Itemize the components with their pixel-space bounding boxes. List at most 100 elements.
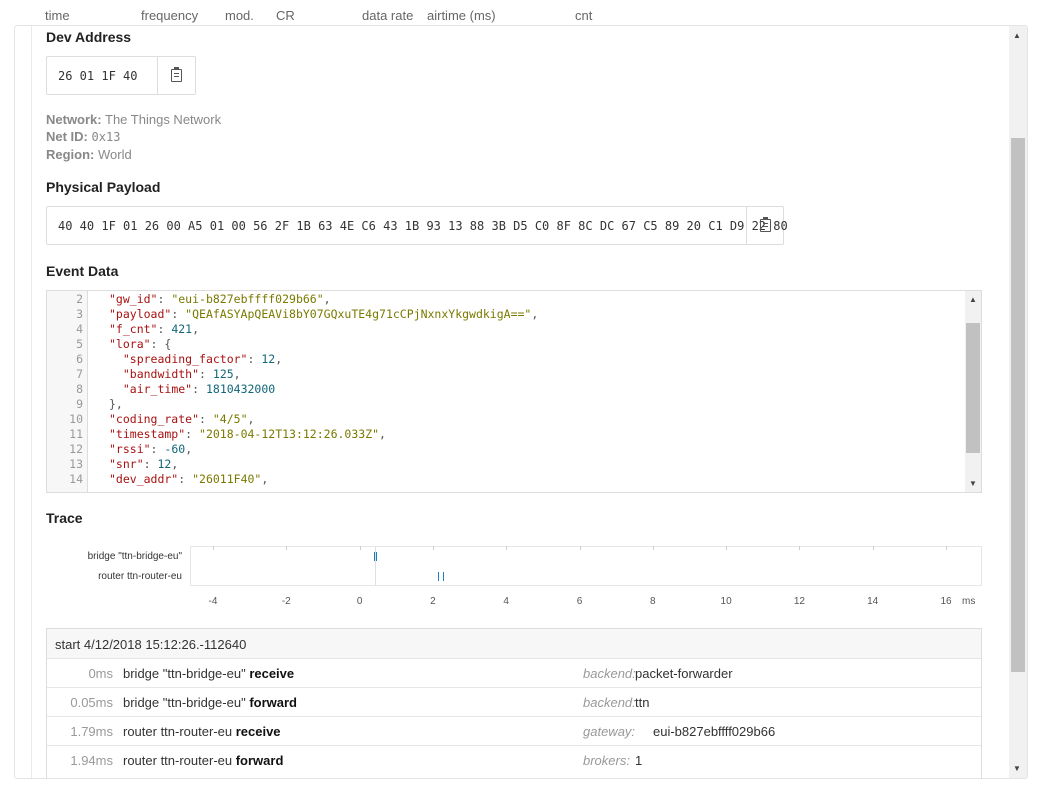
code-line: 5 "lora": { [47,337,967,352]
code-text: "coding_rate": "4/5", [109,412,255,426]
bridge-event-mark [376,552,377,561]
trace-message: router ttn-router-eu receive [123,724,281,739]
scroll-down-icon[interactable]: ▼ [1013,764,1021,773]
code-text: "spreading_factor": 12, [122,352,283,366]
line-number: 8 [76,382,83,396]
trace-timeline: bridge "ttn-bridge-eu" router ttn-router… [46,544,982,626]
axis-tick-label: 10 [720,596,732,607]
axis-tick [506,546,508,550]
axis-tick-label: 16 [940,596,952,607]
axis-tick [213,546,214,550]
region-value: World [98,147,132,162]
code-text: "lora": { [109,337,172,351]
dev-address-field: 26 01 1F 40 [46,56,196,95]
axis-tick [579,546,581,550]
code-text: "payload": "QEAfASYApQEAVi8bY07GQxuTE4g7… [109,307,539,321]
code-text: "air_time": 1810432000 [122,382,276,396]
code-line: 2 "gw_id": "eui-b827ebffff029b66", [47,292,967,307]
table-column-header: time frequency mod. CR data rate airtime… [0,0,1049,24]
col-modulation[interactable]: mod. [225,8,254,23]
code-text: "rssi": -60, [109,442,193,456]
code-text: "f_cnt": 421, [109,322,200,336]
code-line: 6 "spreading_factor": 12, [47,352,967,367]
netid-info: Net ID: 0x13 [46,129,120,144]
trace-value: eui-b827ebffff029b66 [653,724,776,739]
line-number: 11 [69,427,83,441]
code-text: }, [109,397,123,411]
physical-payload-field: 40 40 1F 01 26 00 A5 01 00 56 2F 1B 63 4… [46,206,788,245]
axis-tick-label: 6 [576,596,583,607]
code-text: "timestamp": "2018-04-12T13:12:26.033Z", [109,427,386,441]
line-number: 2 [76,292,83,306]
trace-key: backend: [583,666,636,681]
code-text: "gw_id": "eui-b827ebffff029b66", [109,292,331,306]
axis-tick-label: 2 [430,596,436,607]
line-number: 4 [76,322,83,336]
axis-tick [799,546,801,550]
code-line: 8 "air_time": 1810432000 [47,382,967,397]
trace-message: bridge "ttn-bridge-eu" receive [123,666,295,681]
scroll-down-icon[interactable]: ▼ [969,479,977,488]
clipboard-icon [170,67,182,82]
col-coding-rate[interactable]: CR [276,8,295,23]
axis-tick-label: -2 [281,596,291,607]
trace-time: 1.79ms [70,724,113,739]
panel-scroll-thumb[interactable] [1011,138,1025,672]
scroll-up-icon[interactable]: ▲ [969,295,977,304]
dev-address-heading: Dev Address [46,29,132,45]
col-count[interactable]: cnt [575,8,592,23]
col-data-rate[interactable]: data rate [362,8,413,23]
trace-table-header: start 4/12/2018 15:12:26.-112640 [47,629,981,658]
code-line: 7 "bandwidth": 125, [47,367,967,382]
axis-tick-label: 14 [867,596,879,607]
trace-key: backend: [583,695,636,710]
scroll-up-icon[interactable]: ▲ [1013,31,1021,40]
axis-unit: ms [962,596,976,607]
network-info: Network: The Things Network [46,112,221,127]
physical-payload-heading: Physical Payload [46,179,161,195]
line-number: 7 [76,367,83,381]
line-number: 3 [76,307,83,321]
netid-label: Net ID: [46,129,88,144]
axis-tick [359,546,361,550]
network-label: Network: [46,112,102,127]
lane-label-bridge: bridge "ttn-bridge-eu" [87,551,182,562]
col-time[interactable]: time [45,8,70,23]
trace-value: packet-forwarder [635,666,733,681]
trace-time: 0.05ms [70,695,113,710]
router-event-mark [443,572,444,581]
axis-tick [286,546,288,550]
region-info: Region: World [46,147,132,162]
code-line: 13 "snr": 12, [47,457,967,472]
trace-start-time: start 4/12/2018 15:12:26.-112640 [55,637,247,652]
copy-payload-button[interactable] [746,207,783,244]
physical-payload-value: 40 40 1F 01 26 00 A5 01 00 56 2F 1B 63 4… [58,219,788,233]
code-text: "dev_addr": "26011F40", [109,472,269,486]
lane-label-router: router ttn-router-eu [98,571,182,582]
trace-time: 1.94ms [70,753,113,768]
trace-value: 1 [635,753,643,768]
trace-row: 1.94ms router ttn-router-eu forward broker… [47,745,981,774]
zero-line [375,547,376,585]
code-line: 10 "coding_rate": "4/5", [47,412,967,427]
network-value: The Things Network [105,112,222,127]
region-label: Region: [46,147,95,162]
trace-time: 0ms [88,666,113,681]
copy-dev-address-button[interactable] [157,57,194,94]
trace-message: router ttn-router-eu forward [123,753,284,768]
dev-address-value: 26 01 1F 40 [58,69,138,83]
event-data-editor[interactable]: 2 "gw_id": "eui-b827ebffff029b66", 3 "paylo… [46,290,982,493]
axis-tick [652,546,654,550]
panel-scrollbar[interactable]: ▲ ▼ [1009,26,1027,778]
line-number: 6 [76,352,83,366]
event-data-heading: Event Data [46,263,119,279]
col-frequency[interactable]: frequency [141,8,198,23]
col-airtime[interactable]: airtime (ms) [427,8,496,23]
line-number: 13 [69,457,83,471]
editor-scrollbar[interactable]: ▲ ▼ [965,291,981,492]
code-line: 9}, [47,397,967,412]
axis-tick-label: 0 [356,596,363,607]
detail-content: Dev Address 26 01 1F 40 Network: The Thi… [31,26,985,778]
editor-scroll-thumb[interactable] [966,323,980,453]
trace-message: bridge "ttn-bridge-eu" forward [123,695,297,710]
